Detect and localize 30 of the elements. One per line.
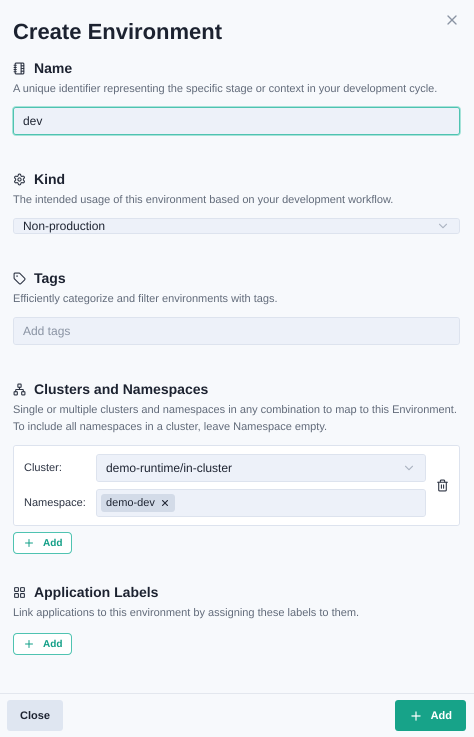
section-description: Link applications to this environment by assigning these labels to them. — [13, 606, 360, 621]
close-button[interactable]: Close — [7, 700, 63, 731]
network-icon — [13, 382, 26, 396]
section-description: The intended usage of this environment based on your development workflow. — [13, 193, 394, 208]
namespace-field[interactable]: demo-dev — [96, 489, 426, 517]
section-title: Clusters and Namespaces — [34, 381, 208, 397]
tag-icon — [13, 272, 26, 284]
namespace-tag[interactable]: demo-dev — [101, 494, 175, 512]
section-title: Application Labels — [34, 584, 158, 600]
notebook-icon — [13, 62, 26, 74]
section-title: Name — [34, 60, 72, 76]
plus-icon — [23, 638, 35, 650]
section-title: Kind — [34, 171, 66, 187]
dialog-title: Create Environment — [13, 18, 222, 46]
section-title: Tags — [34, 270, 66, 286]
gear-icon — [13, 172, 26, 186]
tags-input[interactable]: Add tags — [13, 317, 460, 345]
cluster-select[interactable]: demo-runtime/in-cluster — [96, 454, 426, 482]
plus-icon — [23, 537, 35, 549]
cluster-label: Cluster: — [24, 462, 63, 474]
kind-select[interactable]: Non-production — [13, 218, 460, 234]
plus-icon — [408, 708, 423, 722]
name-input[interactable]: dev — [13, 107, 460, 135]
grid-icon — [13, 586, 26, 598]
remove-icon[interactable] — [160, 498, 170, 508]
section-description: A unique identifier representing the specific stage or context in your development cycle. — [13, 82, 438, 97]
namespace-label: Namespace: — [24, 497, 87, 509]
delete-icon[interactable] — [436, 479, 449, 492]
section-description: Single or multiple clusters and namespaces in any combination to map to this Environment. To include all namespaces in a cluster, leave Namespace empty. — [13, 403, 458, 435]
section-description: Efficiently categorize and filter environments with tags. — [13, 292, 279, 307]
